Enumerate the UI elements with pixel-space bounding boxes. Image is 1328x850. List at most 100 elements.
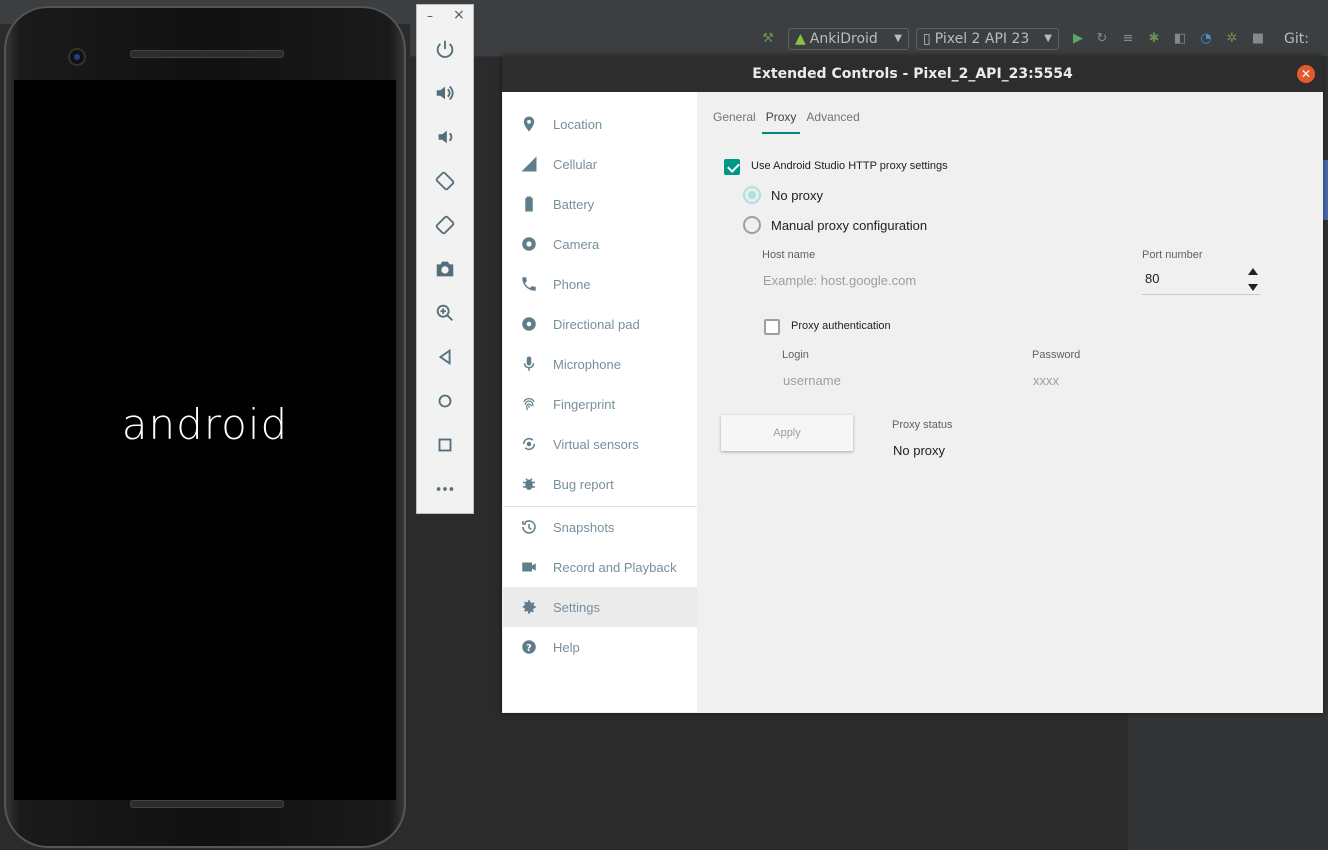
sidebar-item-label: Help	[553, 639, 580, 655]
manual-proxy-radio[interactable]	[743, 216, 761, 234]
proxy-auth-label: Proxy authentication	[791, 320, 891, 332]
run-config-label: AnkiDroid	[809, 31, 878, 47]
attach-debugger-icon[interactable]: ✲	[1224, 31, 1240, 47]
cellular-icon	[519, 154, 539, 174]
port-underline	[1142, 294, 1260, 295]
coverage-icon[interactable]: ◧	[1172, 31, 1188, 47]
profile-icon[interactable]: ◔	[1198, 31, 1214, 47]
sidebar-item-label: Record and Playback	[553, 559, 677, 575]
sidebar-item-label: Camera	[553, 236, 600, 252]
proxy-auth-checkbox[interactable]	[764, 319, 780, 335]
gear-icon	[519, 597, 539, 617]
sensors-icon	[519, 434, 539, 454]
minimize-button[interactable]: –	[427, 9, 433, 23]
proxy-status-value: No proxy	[893, 443, 946, 458]
volume-up-icon[interactable]	[431, 79, 459, 107]
home-icon[interactable]	[431, 387, 459, 415]
settings-tabs: General Proxy Advanced	[709, 110, 866, 134]
front-camera	[68, 48, 86, 66]
history-icon	[519, 517, 539, 537]
chevron-down-icon: ▼	[1044, 33, 1052, 44]
close-icon[interactable]: ✕	[1297, 65, 1315, 83]
apply-button[interactable]: Apply	[721, 415, 853, 451]
camera-icon[interactable]	[431, 255, 459, 283]
more-icon[interactable]	[431, 475, 459, 503]
videocam-icon	[519, 557, 539, 577]
sidebar-item-label: Fingerprint	[553, 396, 616, 412]
login-label: Login	[782, 349, 809, 361]
no-proxy-radio[interactable]	[743, 186, 761, 204]
use-studio-proxy-label: Use Android Studio HTTP proxy settings	[751, 160, 948, 172]
sidebar-item-label: Location	[553, 116, 603, 132]
svg-text:?: ?	[526, 643, 532, 654]
sidebar-item-label: Microphone	[553, 356, 621, 372]
back-icon[interactable]	[431, 343, 459, 371]
port-number-input[interactable]: 80	[1145, 271, 1159, 286]
sidebar-item-bug-report[interactable]: Bug report	[503, 464, 697, 504]
port-number-label: Port number	[1142, 249, 1203, 261]
bottom-speaker	[130, 800, 284, 808]
location-icon	[519, 114, 539, 134]
sidebar-item-label: Settings	[553, 599, 600, 615]
emulator-toolbar: – ×	[416, 4, 474, 514]
apply-changes-icon[interactable]: ↻	[1094, 31, 1110, 47]
top-speaker	[130, 50, 284, 58]
build-icon[interactable]: ⚒	[760, 31, 776, 47]
password-input[interactable]: xxxx	[1033, 373, 1059, 388]
device-dropdown[interactable]: ▯ Pixel 2 API 23 ▼	[916, 28, 1059, 50]
apply-code-icon[interactable]: ≡	[1120, 31, 1136, 47]
run-config-dropdown[interactable]: ▲ AnkiDroid ▼	[788, 28, 909, 50]
rotate-left-icon[interactable]	[431, 167, 459, 195]
sidebar-item-help[interactable]: ? Help	[503, 627, 697, 667]
chevron-down-icon: ▼	[894, 33, 902, 44]
no-proxy-label: No proxy	[771, 188, 824, 203]
stop-icon[interactable]: ■	[1250, 31, 1266, 47]
android-boot-logo: android	[121, 400, 289, 449]
sidebar-item-label: Phone	[553, 276, 591, 292]
use-studio-proxy-checkbox[interactable]	[724, 159, 740, 175]
host-name-input[interactable]: Example: host.google.com	[763, 273, 916, 288]
sidebar-item-settings[interactable]: Settings	[503, 587, 697, 627]
close-button[interactable]: ×	[453, 7, 465, 23]
run-icon[interactable]: ▶	[1070, 31, 1086, 47]
sidebar-item-label: Virtual sensors	[553, 436, 639, 452]
sidebar-item-cellular[interactable]: Cellular	[503, 144, 697, 184]
device-label: Pixel 2 API 23	[934, 31, 1030, 47]
rotate-right-icon[interactable]	[431, 211, 459, 239]
sidebar-item-label: Bug report	[553, 476, 614, 492]
extended-controls-window: Extended Controls - Pixel_2_API_23:5554 …	[502, 56, 1323, 713]
power-icon[interactable]	[431, 35, 459, 63]
tab-proxy[interactable]: Proxy	[761, 110, 801, 134]
sidebar-item-microphone[interactable]: Microphone	[503, 344, 697, 384]
sidebar-item-location[interactable]: Location	[503, 104, 697, 144]
login-input[interactable]: username	[783, 373, 841, 388]
tab-general[interactable]: General	[709, 110, 760, 134]
debug-icon[interactable]: ✱	[1146, 31, 1162, 47]
window-title: Extended Controls - Pixel_2_API_23:5554	[502, 56, 1323, 92]
volume-down-icon[interactable]	[431, 123, 459, 151]
sidebar-item-label: Snapshots	[553, 519, 615, 535]
sidebar-item-snapshots[interactable]: Snapshots	[503, 507, 697, 547]
git-label: Git:	[1284, 31, 1309, 47]
sidebar-item-virtual-sensors[interactable]: Virtual sensors	[503, 424, 697, 464]
port-increment-icon[interactable]	[1248, 268, 1258, 275]
host-name-label: Host name	[762, 249, 816, 261]
sidebar-item-fingerprint[interactable]: Fingerprint	[503, 384, 697, 424]
sidebar-item-record-playback[interactable]: Record and Playback	[503, 547, 697, 587]
camera-aperture-icon	[519, 234, 539, 254]
sidebar-item-battery[interactable]: Battery	[503, 184, 697, 224]
overview-icon[interactable]	[431, 431, 459, 459]
port-decrement-icon[interactable]	[1248, 284, 1258, 291]
help-icon: ?	[519, 637, 539, 657]
tab-advanced[interactable]: Advanced	[802, 110, 863, 134]
sidebar-item-label: Directional pad	[553, 316, 640, 332]
zoom-icon[interactable]	[431, 299, 459, 327]
sidebar-item-dpad[interactable]: Directional pad	[503, 304, 697, 344]
sidebar-item-label: Cellular	[553, 156, 598, 172]
bug-icon	[519, 474, 539, 494]
fingerprint-icon	[519, 394, 539, 414]
sidebar-item-phone[interactable]: Phone	[503, 264, 697, 304]
sidebar-item-camera[interactable]: Camera	[503, 224, 697, 264]
device-icon: ▯	[923, 31, 931, 47]
manual-proxy-label: Manual proxy configuration	[771, 218, 928, 233]
